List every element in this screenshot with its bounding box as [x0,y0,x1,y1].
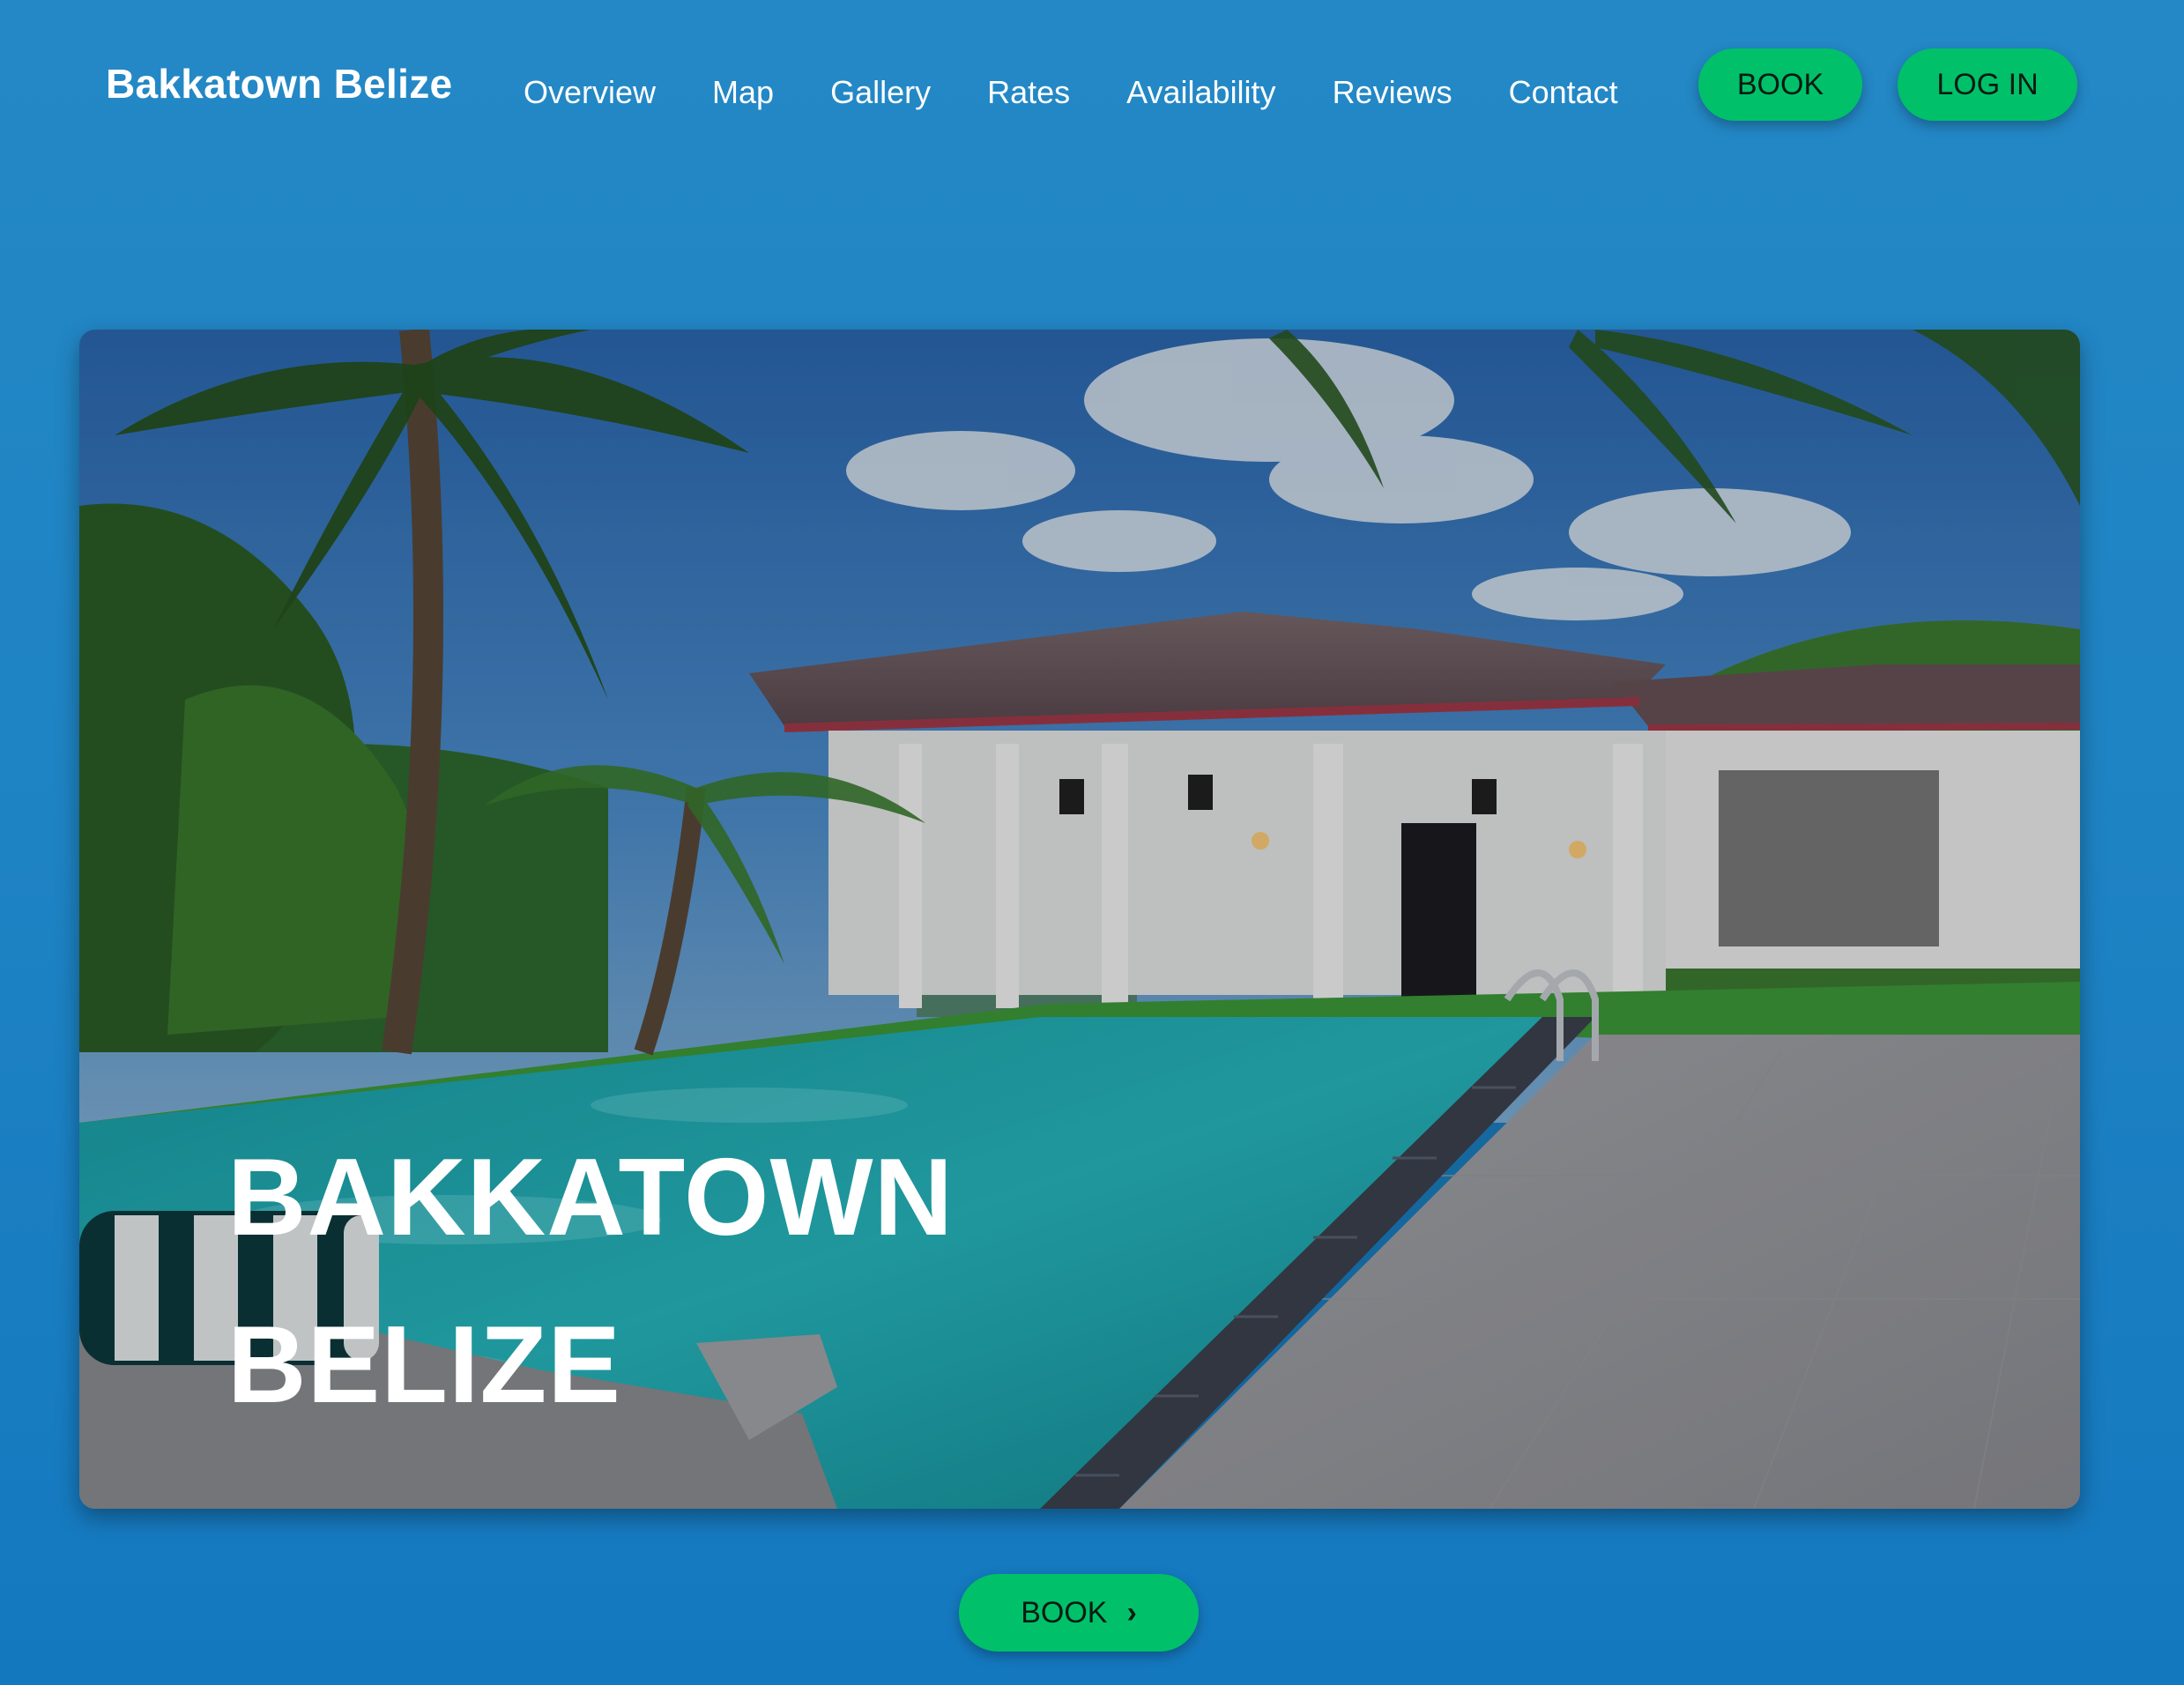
nav-rates[interactable]: Rates [987,71,1070,115]
nav-contact[interactable]: Contact [1509,71,1618,115]
hero-title-line1: BAKKATOWN [227,1137,955,1258]
nav-overview[interactable]: Overview [524,71,656,115]
site-brand[interactable]: Bakkatown Belize [106,60,452,108]
nav-availability[interactable]: Availability [1126,71,1275,115]
hero-image: BAKKATOWN BELIZE [79,330,2080,1509]
nav-map[interactable]: Map [712,71,774,115]
main-nav: Overview Map Gallery Rates Availability … [524,71,1675,115]
hero-title: BAKKATOWN BELIZE [227,1114,954,1449]
nav-reviews[interactable]: Reviews [1333,71,1452,115]
hero-title-line2: BELIZE [227,1304,621,1426]
nav-gallery[interactable]: Gallery [830,71,931,115]
book-button[interactable]: BOOK [1698,48,1862,121]
hero-book-label: BOOK [1021,1595,1108,1629]
chevron-right-icon: › [1126,1595,1137,1629]
login-button[interactable]: LOG IN [1898,48,2077,121]
hero-book-button[interactable]: BOOK › [959,1574,1199,1652]
site-header: Bakkatown Belize Overview Map Gallery Ra… [0,0,2184,176]
